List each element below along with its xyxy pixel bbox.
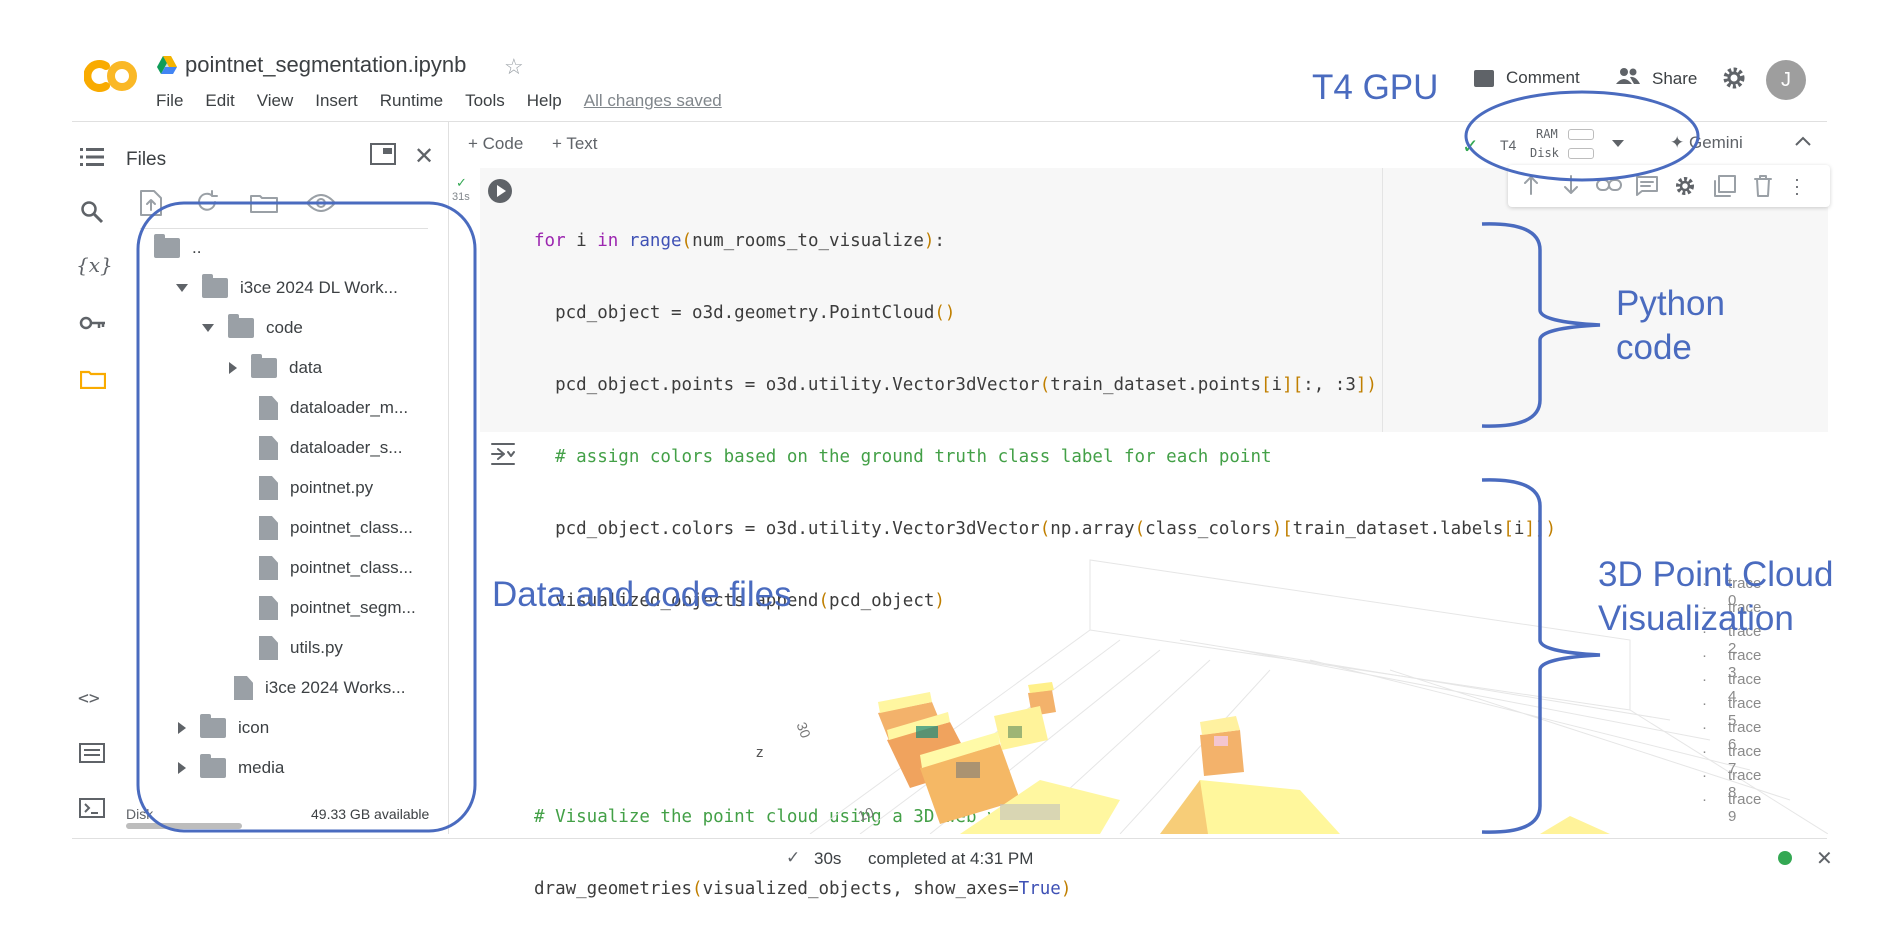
status-check-icon: ✓ [786, 848, 801, 867]
status-duration: 30s [814, 849, 842, 868]
visualization-annotation-brace [1481, 478, 1601, 834]
gpu-annotation: T4 GPU [1312, 68, 1439, 107]
status-close-icon[interactable]: ✕ [1816, 846, 1833, 871]
connection-status-dot [1778, 851, 1792, 865]
status-completed[interactable]: completed at 4:31 PM [868, 849, 1033, 869]
annotation-shapes [136, 90, 1700, 834]
visualization-annotation: 3D Point Cloud Visualization [1598, 555, 1834, 638]
files-annotation: Data and code files [492, 575, 792, 614]
files-annotation-box [136, 201, 477, 833]
status-bar [72, 838, 1827, 839]
code-annotation-brace [1481, 222, 1601, 428]
python-code-annotation: Python code [1616, 284, 1725, 367]
gpu-annotation-ellipse [1464, 90, 1700, 182]
